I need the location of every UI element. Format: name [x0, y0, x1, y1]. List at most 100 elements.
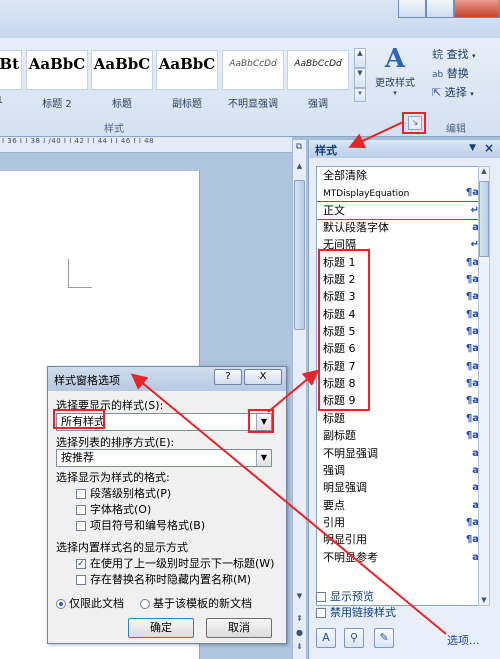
style-tile-sample: AaBbC [93, 55, 151, 73]
help-button[interactable]: ? [214, 369, 242, 385]
style-list-item[interactable]: 明显强调 a [317, 479, 485, 496]
gallery-scroll-down[interactable]: ▼ [354, 68, 366, 88]
gallery-scroll-up[interactable]: ▲ [354, 48, 366, 68]
style-name: 标题 [323, 411, 345, 425]
chevron-down-icon: ▾ [393, 89, 397, 97]
sort-order-select[interactable]: 按推荐 ▼ [56, 449, 272, 467]
maximize-button[interactable] [426, 0, 454, 18]
scrollbar-thumb[interactable] [294, 180, 305, 330]
disable-linked-label: 禁用链接样式 [330, 606, 396, 619]
gallery-more-button[interactable]: ▾ [354, 88, 366, 102]
style-tile-emphasis[interactable]: AaBbCcDd 强调 [287, 50, 349, 110]
style-list-item[interactable]: 标题 3 ¶a [317, 288, 485, 305]
style-name: 标题 8 [323, 377, 356, 391]
style-list-item[interactable]: 标题 ¶a [317, 410, 485, 427]
close-button[interactable] [454, 0, 500, 18]
scroll-down-arrow[interactable]: ▼ [479, 596, 489, 604]
next-page-icon[interactable]: ⇟ [293, 642, 306, 651]
style-list-item[interactable]: 标题 8 ¶a [317, 375, 485, 392]
browse-object-icon[interactable]: ● [293, 628, 306, 637]
style-name: 全部清除 [323, 169, 367, 182]
paragraph-level-option[interactable]: 段落级别格式(P) [76, 485, 171, 501]
font-format-option[interactable]: 字体格式(O) [76, 501, 151, 517]
scroll-up-arrow[interactable]: ▲ [479, 167, 489, 175]
style-list-item[interactable]: 引用 ¶a [317, 514, 485, 531]
show-preview-option[interactable]: 显示预览 [316, 588, 374, 604]
style-tile-heading2[interactable]: AaBbC 标题 2 [26, 50, 88, 110]
find-button[interactable]: 䖾 查找 ▾ [432, 46, 476, 62]
select-button[interactable]: ⇱ 选择 ▾ [432, 84, 474, 100]
scrollbar-thumb[interactable] [479, 181, 489, 257]
pane-close-icon[interactable]: × [484, 141, 494, 155]
hide-builtin-option[interactable]: 存在替换名称时隐藏内置名称(M) [76, 571, 251, 587]
disable-linked-option[interactable]: 禁用链接样式 [316, 604, 396, 620]
style-list-item[interactable]: 副标题 ¶a [317, 427, 485, 444]
style-list-item[interactable]: 标题 6 ¶a [317, 340, 485, 357]
show-next-heading-checkbox[interactable]: ✓ [76, 559, 86, 569]
style-list-item[interactable]: 明显引用 ¶a [317, 531, 485, 548]
document-vertical-scrollbar[interactable]: ▲ ▼ ⇞ ● ⇟ [292, 140, 306, 659]
styles-to-show-select[interactable]: 所有样式 ▼ [56, 413, 272, 431]
manage-styles-button[interactable]: ✎ [374, 628, 394, 648]
chevron-down-icon[interactable]: ▼ [256, 450, 271, 466]
style-list-item[interactable]: 标题 4 ¶a [317, 306, 485, 323]
hide-builtin-checkbox[interactable] [76, 575, 86, 585]
ok-button[interactable]: 确定 [128, 618, 194, 638]
style-list-item[interactable]: 标题 2 ¶a [317, 271, 485, 288]
pane-menu-icon[interactable]: ▼ [469, 143, 476, 153]
style-list-item[interactable]: 强调 a [317, 462, 485, 479]
style-name: 明显引用 [323, 533, 367, 547]
replace-button[interactable]: ab 替换 [432, 65, 469, 81]
paragraph-level-checkbox[interactable] [76, 489, 86, 499]
style-list-item[interactable]: 标题 9 ¶a [317, 392, 485, 409]
style-tile-subtitle[interactable]: AaBbC 副标题 [156, 50, 218, 110]
bullet-format-checkbox[interactable] [76, 521, 86, 531]
style-list-item[interactable]: 正文 ↵ [317, 200, 485, 221]
pane-toggle-icon[interactable]: ⧉ [292, 142, 306, 156]
style-inspector-button[interactable]: ⚲ [344, 628, 364, 648]
style-name: 正文 [323, 203, 345, 217]
replace-label: 替换 [446, 67, 469, 80]
style-list-item[interactable]: 无间隔 ↵ [317, 236, 485, 253]
find-label: 查找 [446, 48, 469, 61]
style-list-item[interactable]: 默认段落字体 a [317, 219, 485, 236]
cancel-button[interactable]: 取消 [206, 618, 272, 638]
style-list-item[interactable]: MTDisplayEquation ¶a [317, 184, 485, 201]
new-docs-option[interactable]: 基于该模板的新文档 [140, 595, 252, 611]
bullet-format-option[interactable]: 项目符号和编号格式(B) [76, 517, 205, 533]
minimize-button[interactable] [398, 0, 426, 18]
style-list-item[interactable]: 标题 5 ¶a [317, 323, 485, 340]
style-list-item[interactable]: 要点 a [317, 497, 485, 514]
style-list-item[interactable]: 标题 1 ¶a [317, 254, 485, 271]
styles-dialog-launcher[interactable]: ↘ [408, 116, 422, 130]
style-list-item[interactable]: 标题 7 ¶a [317, 358, 485, 375]
only-this-doc-option[interactable]: 仅限此文档 [56, 595, 124, 611]
show-next-heading-option[interactable]: ✓ 在使用了上一级别时显示下一标题(W) [76, 555, 274, 571]
scroll-down-arrow[interactable]: ▼ [293, 592, 306, 606]
new-docs-radio[interactable] [140, 599, 150, 609]
styles-group-label: 样式 [104, 124, 124, 135]
scroll-up-arrow[interactable]: ▲ [293, 162, 306, 176]
styles-list-scrollbar[interactable]: ▲ ▼ [478, 166, 490, 606]
style-tile-title[interactable]: AaBbC 标题 [91, 50, 153, 110]
style-tile-sample: AaBbCcDd [229, 59, 277, 69]
font-format-checkbox[interactable] [76, 505, 86, 515]
disable-linked-checkbox[interactable] [316, 608, 326, 618]
text-cursor-marker [68, 259, 69, 287]
style-list-item[interactable]: 全部清除 [317, 167, 485, 184]
style-list-item[interactable]: 不明显参考 a [317, 549, 485, 566]
chevron-down-icon[interactable]: ▼ [256, 414, 271, 430]
options-link[interactable]: 选项... [447, 632, 480, 648]
style-tile-heading1[interactable]: Bt 1 [0, 50, 22, 106]
style-tile-subtle-emphasis[interactable]: AaBbCcDd 不明显强调 [222, 50, 284, 110]
show-preview-checkbox[interactable] [316, 592, 326, 602]
style-list-item[interactable]: 不明显强调 a [317, 445, 485, 462]
hide-builtin-label: 存在替换名称时隐藏内置名称(M) [90, 573, 252, 586]
dialog-close-button[interactable]: X [244, 369, 282, 385]
change-styles-button[interactable]: A 更改样式 ▾ [368, 44, 422, 104]
only-this-doc-radio[interactable] [56, 599, 66, 609]
change-styles-label: 更改样式 [375, 78, 415, 89]
new-style-button[interactable]: A [316, 628, 336, 648]
paragraph-level-label: 段落级别格式(P) [90, 487, 172, 500]
previous-page-icon[interactable]: ⇞ [293, 614, 306, 623]
